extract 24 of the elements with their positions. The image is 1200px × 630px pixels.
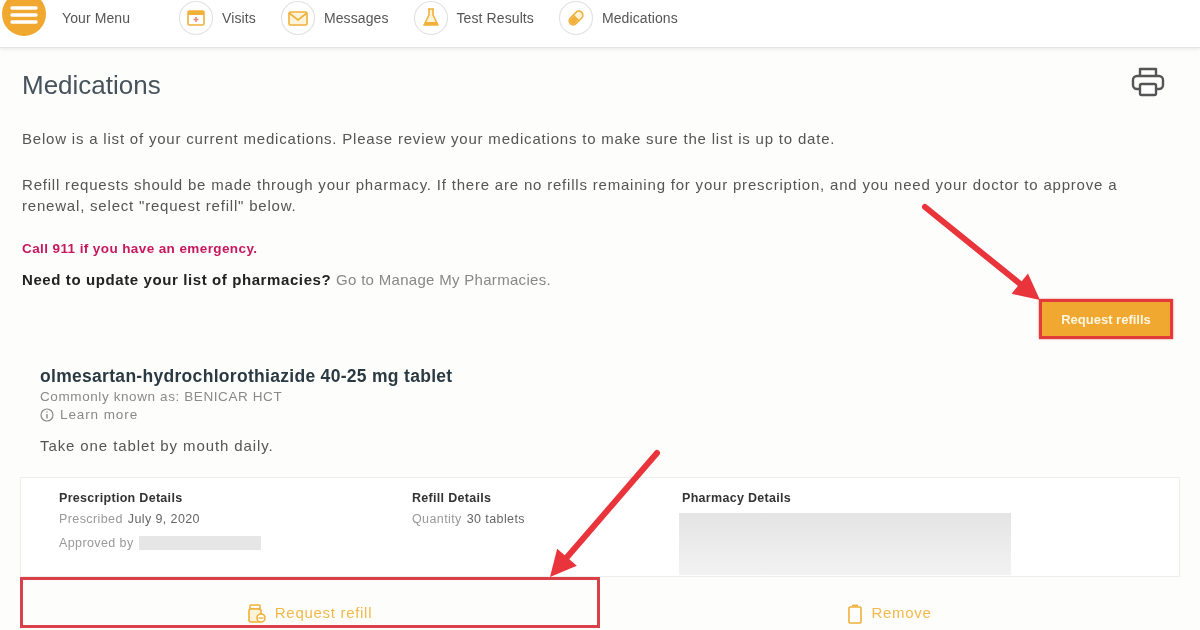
emergency-notice: Call 911 if you have an emergency. — [22, 240, 259, 258]
detail-label: Approved by — [59, 535, 134, 552]
dosage-instructions: Take one tablet by mouth daily. — [40, 436, 275, 456]
medication-name: olmesartan-hydrochlorothiazide 40-25 mg tablet — [40, 366, 454, 386]
pill-bottle-icon — [247, 604, 266, 624]
refill-info-text: Refill requests should be made through your pharmacy. If there are no refills remaining for your prescription, and you need your doctor to approve a renewal, select "request refill" below. — [22, 175, 1119, 216]
info-icon — [40, 408, 54, 422]
details-heading: Prescription Details — [59, 490, 184, 507]
menu-link[interactable]: Your Menu — [0, 0, 131, 36]
page-title: Medications — [22, 70, 161, 100]
nav-link[interactable]: Visits — [178, 0, 256, 36]
detail-line: Quantity 30 tablets — [412, 511, 526, 528]
details-heading: Pharmacy Details — [682, 490, 793, 507]
intro-text: Below is a list of your current medications. Please review your medications to make sure the list is up to date. — [22, 129, 837, 149]
pharmacies-note: Need to update your list of pharmacies? Go to Manage My Pharmacies. — [22, 271, 552, 289]
manage-pharmacies-link[interactable]: Go to Manage My Pharmacies. — [336, 271, 551, 288]
detail-line: Prescribed July 9, 2020 — [59, 511, 201, 528]
trash-icon — [848, 604, 863, 624]
nav-link[interactable]: Messages — [279, 0, 389, 36]
nav-link[interactable]: Medications — [557, 0, 678, 36]
details-heading: Refill Details — [412, 490, 493, 507]
nav-link[interactable]: Test Results — [412, 0, 534, 36]
brand-name-text: Commonly known as: BENICAR HCT — [40, 388, 284, 406]
printer-icon — [1131, 67, 1165, 97]
